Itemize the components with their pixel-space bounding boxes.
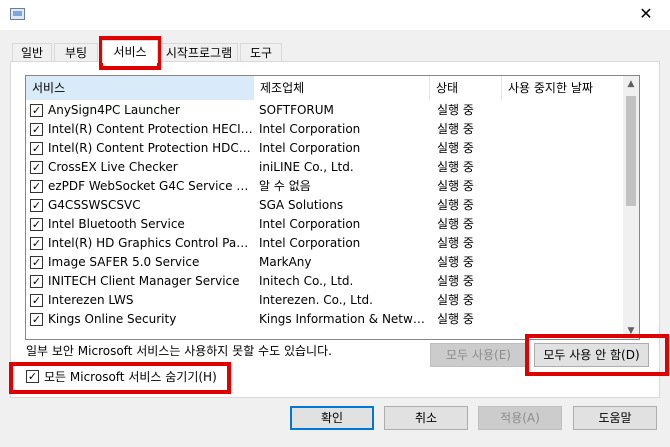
row-checkbox[interactable]: ✓ bbox=[30, 104, 43, 117]
manufacturer-cell: Intel Corporation bbox=[259, 236, 361, 250]
scroll-thumb[interactable] bbox=[626, 96, 636, 206]
column-header-manufacturer[interactable]: 제조업체 bbox=[254, 76, 430, 100]
manufacturer-cell: Intel Corporation bbox=[259, 217, 361, 231]
apply-button[interactable]: 적용(A) bbox=[478, 406, 562, 430]
table-row[interactable]: ✓ Kings Online Security Kings Information … bbox=[26, 310, 623, 329]
manufacturer-cell: Interezen. Co., Ltd. bbox=[259, 293, 373, 307]
table-row[interactable]: ✓ INITECH Client Manager Service Initech C… bbox=[26, 272, 623, 291]
manufacturer-cell: Intel Corporation bbox=[259, 141, 361, 155]
manufacturer-cell: SGA Solutions bbox=[259, 198, 344, 212]
row-checkbox[interactable]: ✓ bbox=[30, 123, 43, 136]
status-cell: 실행 중 bbox=[437, 293, 474, 307]
status-cell: 실행 중 bbox=[437, 103, 474, 117]
status-cell: 실행 중 bbox=[437, 198, 474, 212]
status-cell: 실행 중 bbox=[437, 160, 474, 174]
tab-tools[interactable]: 도구 bbox=[240, 43, 282, 62]
list-rows: ✓ AnySign4PC Launcher SOFTFORUM 실행 중 ✓ Intel(… bbox=[26, 101, 623, 329]
service-name-cell: Intel(R) HD Graphics Control Panel ... bbox=[48, 236, 254, 250]
row-checkbox[interactable]: ✓ bbox=[30, 142, 43, 155]
status-cell: 실행 중 bbox=[437, 122, 474, 136]
hide-microsoft-services-label: 모든 Microsoft 서비스 숨기기(H) bbox=[44, 370, 217, 384]
service-name-cell: Intel(R) Content Protection HECI Se... bbox=[48, 122, 254, 136]
service-name-cell: G4CSSWSCSVC bbox=[48, 198, 141, 212]
service-name-cell: Kings Online Security bbox=[48, 312, 177, 326]
list-header: 서비스 제조업체 상태 사용 중지한 날짜 bbox=[26, 76, 623, 101]
status-cell: 실행 중 bbox=[437, 217, 474, 231]
checkbox-check-icon[interactable]: ✓ bbox=[26, 370, 39, 383]
status-cell: 실행 중 bbox=[437, 255, 474, 269]
manufacturer-cell: Intel Corporation bbox=[259, 122, 361, 136]
column-header-status[interactable]: 상태 bbox=[430, 76, 502, 100]
service-name-cell: Intel(R) Content Protection HDCP S... bbox=[48, 141, 254, 155]
cancel-button[interactable]: 취소 bbox=[384, 406, 468, 430]
status-cell: 실행 중 bbox=[437, 312, 474, 326]
service-name-cell: Interezen LWS bbox=[48, 293, 134, 307]
tab-general[interactable]: 일반 bbox=[12, 43, 52, 62]
help-button[interactable]: 도움말 bbox=[573, 406, 657, 430]
column-header-service[interactable]: 서비스 bbox=[26, 76, 254, 100]
row-checkbox[interactable]: ✓ bbox=[30, 180, 43, 193]
service-name-cell: Intel Bluetooth Service bbox=[48, 217, 185, 231]
security-note: 일부 보안 Microsoft 서비스는 사용하지 못할 수도 있습니다. bbox=[26, 344, 332, 358]
row-checkbox[interactable]: ✓ bbox=[30, 161, 43, 174]
close-icon[interactable]: ✕ bbox=[634, 3, 658, 25]
table-row[interactable]: ✓ CrossEX Live Checker iniLINE Co., Ltd. 실행… bbox=[26, 158, 623, 177]
service-name-cell: ezPDF WebSocket G4C Service Lau... bbox=[48, 179, 254, 193]
table-row[interactable]: ✓ ezPDF WebSocket G4C Service Lau... 알 수 없… bbox=[26, 177, 623, 196]
service-name-cell: Image SAFER 5.0 Service bbox=[48, 255, 200, 269]
ok-button[interactable]: 확인 bbox=[290, 406, 374, 430]
table-row[interactable]: ✓ Intel(R) Content Protection HDCP S... In… bbox=[26, 139, 623, 158]
status-cell: 실행 중 bbox=[437, 141, 474, 155]
manufacturer-cell: MarkAny bbox=[259, 255, 312, 269]
disable-all-button[interactable]: 모두 사용 안 함(D) bbox=[534, 343, 649, 367]
row-checkbox[interactable]: ✓ bbox=[30, 237, 43, 250]
table-row[interactable]: ✓ Interezen LWS Interezen. Co., Ltd. 실행 중 bbox=[26, 291, 623, 310]
row-checkbox[interactable]: ✓ bbox=[30, 218, 43, 231]
row-checkbox[interactable]: ✓ bbox=[30, 294, 43, 307]
manufacturer-cell: Kings Information & Networ... bbox=[259, 312, 429, 326]
status-cell: 실행 중 bbox=[437, 274, 474, 288]
row-checkbox[interactable]: ✓ bbox=[30, 256, 43, 269]
table-row[interactable]: ✓ Image SAFER 5.0 Service MarkAny 실행 중 bbox=[26, 253, 623, 272]
msconfig-app-icon bbox=[10, 8, 25, 20]
table-row[interactable]: ✓ Intel(R) HD Graphics Control Panel ... I… bbox=[26, 234, 623, 253]
title-bar: ✕ bbox=[0, 0, 670, 30]
table-row[interactable]: ✓ AnySign4PC Launcher SOFTFORUM 실행 중 bbox=[26, 101, 623, 120]
tab-startup[interactable]: 시작프로그램 bbox=[160, 43, 238, 62]
row-checkbox[interactable]: ✓ bbox=[30, 275, 43, 288]
status-cell: 실행 중 bbox=[437, 179, 474, 193]
services-list[interactable]: 서비스 제조업체 상태 사용 중지한 날짜 ✓ AnySign4PC Launch… bbox=[25, 75, 640, 340]
manufacturer-cell: SOFTFORUM bbox=[259, 103, 334, 117]
row-checkbox[interactable]: ✓ bbox=[30, 199, 43, 212]
tab-services[interactable]: 서비스 bbox=[102, 40, 158, 63]
enable-all-button[interactable]: 모두 사용(E) bbox=[430, 343, 527, 367]
service-name-cell: INITECH Client Manager Service bbox=[48, 274, 240, 288]
table-row[interactable]: ✓ Intel(R) Content Protection HECI Se... I… bbox=[26, 120, 623, 139]
manufacturer-cell: 알 수 없음 bbox=[259, 179, 311, 193]
service-name-cell: AnySign4PC Launcher bbox=[48, 103, 180, 117]
table-row[interactable]: ✓ G4CSSWSCSVC SGA Solutions 실행 중 bbox=[26, 196, 623, 215]
scroll-up-icon[interactable]: ▲ bbox=[623, 76, 639, 92]
row-checkbox[interactable]: ✓ bbox=[30, 313, 43, 326]
tab-boot[interactable]: 부팅 bbox=[54, 43, 98, 62]
vertical-scrollbar[interactable]: ▲ ▼ bbox=[623, 76, 639, 339]
service-name-cell: CrossEX Live Checker bbox=[48, 160, 178, 174]
manufacturer-cell: iniLINE Co., Ltd. bbox=[259, 160, 354, 174]
table-row[interactable]: ✓ Intel Bluetooth Service Intel Corporatio… bbox=[26, 215, 623, 234]
manufacturer-cell: Initech Co., Ltd. bbox=[259, 274, 354, 288]
scroll-down-icon[interactable]: ▼ bbox=[623, 323, 639, 339]
status-cell: 실행 중 bbox=[437, 236, 474, 250]
column-header-date-disabled[interactable]: 사용 중지한 날짜 bbox=[502, 76, 623, 100]
